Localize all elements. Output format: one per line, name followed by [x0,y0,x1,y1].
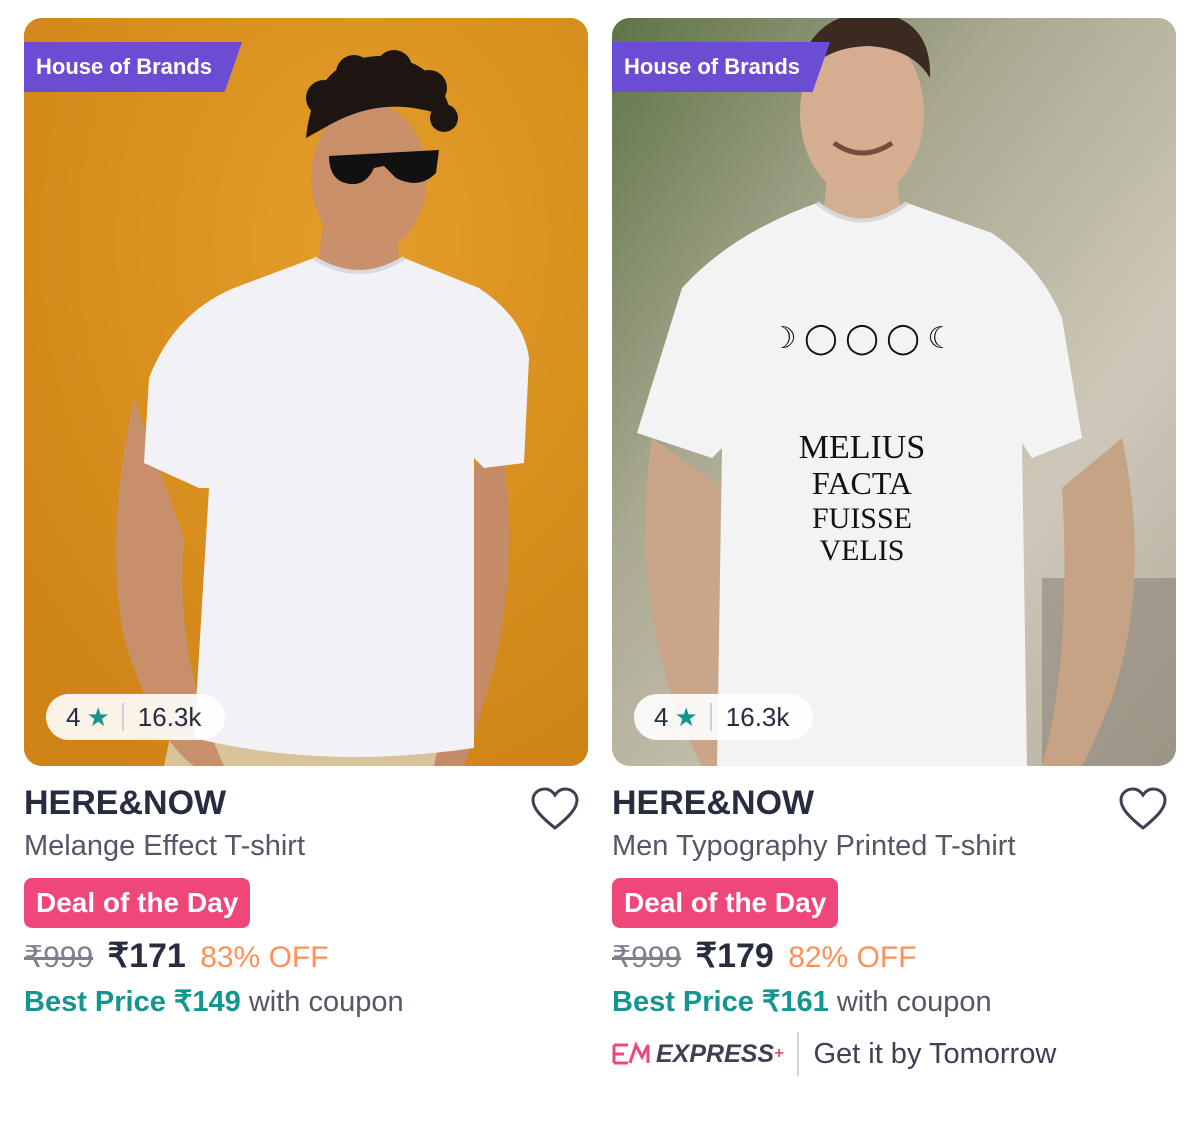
express-label: EXPRESS [656,1039,775,1068]
heart-icon[interactable] [530,786,580,832]
discount-label: 82% OFF [788,941,917,974]
rating-count: 16.3k [725,701,790,732]
rating-count: 16.3k [137,701,202,732]
product-image[interactable]: ☽ ◯ ◯ ◯ ☾ MELIUS FACTA FUISSE VELIS Hous… [612,18,1176,766]
shirt-print-text: ☽ ◯ ◯ ◯ ☾ [770,322,955,356]
best-price-row: Best Price ₹149 with coupon [24,984,404,1019]
express-plus: + [774,1045,784,1062]
brand-name: HERE&NOW [612,784,815,822]
best-price: Best Price ₹161 [612,986,829,1018]
price-row: ₹999 ₹171 83% OFF [24,936,329,976]
brand-name: HERE&NOW [24,784,227,822]
model-photo [24,18,588,766]
delivery-eta: Get it by Tomorrow [813,1037,1057,1070]
product-card-2[interactable]: ☽ ◯ ◯ ◯ ☾ MELIUS FACTA FUISSE VELIS Hous… [612,18,1176,1108]
deal-of-the-day-badge: Deal of the Day [24,878,251,928]
star-icon: ★ [674,701,698,732]
best-price-row: Best Price ₹161 with coupon [612,984,992,1019]
house-of-brands-badge: House of Brands [612,42,831,92]
rating-value: 4 [654,701,669,732]
svg-text:FACTA: FACTA [812,465,912,501]
selling-price: ₹171 [107,937,186,975]
rating-value: 4 [66,701,81,732]
discount-label: 83% OFF [200,941,329,974]
coupon-text: with coupon [248,986,404,1018]
star-icon: ★ [86,701,110,732]
model-photo: ☽ ◯ ◯ ◯ ☾ MELIUS FACTA FUISSE VELIS [612,18,1176,766]
mrp-price: ₹999 [612,941,682,974]
product-description: Melange Effect T-shirt [24,830,306,862]
best-price: Best Price ₹149 [24,986,241,1018]
svg-text:VELIS: VELIS [820,534,905,567]
express-delivery-row: EXPRESS + Get it by Tomorrow [612,1032,1056,1076]
product-description: Men Typography Printed T-shirt [612,830,1016,862]
selling-price: ₹179 [695,937,774,975]
house-of-brands-badge: House of Brands [24,42,243,92]
express-mark-icon [612,1041,650,1065]
svg-text:MELIUS: MELIUS [799,429,926,466]
rating-divider [709,703,712,731]
express-divider [797,1032,800,1076]
product-card-1[interactable]: House of Brands 4 ★ 16.3k HERE&NOW Melan… [24,18,588,1108]
svg-text:FUISSE: FUISSE [812,502,912,535]
rating-pill: 4 ★ 16.3k [46,694,226,740]
price-row: ₹999 ₹179 82% OFF [612,936,917,976]
product-image[interactable]: House of Brands 4 ★ 16.3k [24,18,588,766]
deal-of-the-day-badge: Deal of the Day [612,878,839,928]
express-logo-icon: EXPRESS + [612,1040,783,1069]
coupon-text: with coupon [836,986,992,1018]
mrp-price: ₹999 [24,941,94,974]
rating-pill: 4 ★ 16.3k [634,694,814,740]
rating-divider [121,703,124,731]
heart-icon[interactable] [1118,786,1168,832]
